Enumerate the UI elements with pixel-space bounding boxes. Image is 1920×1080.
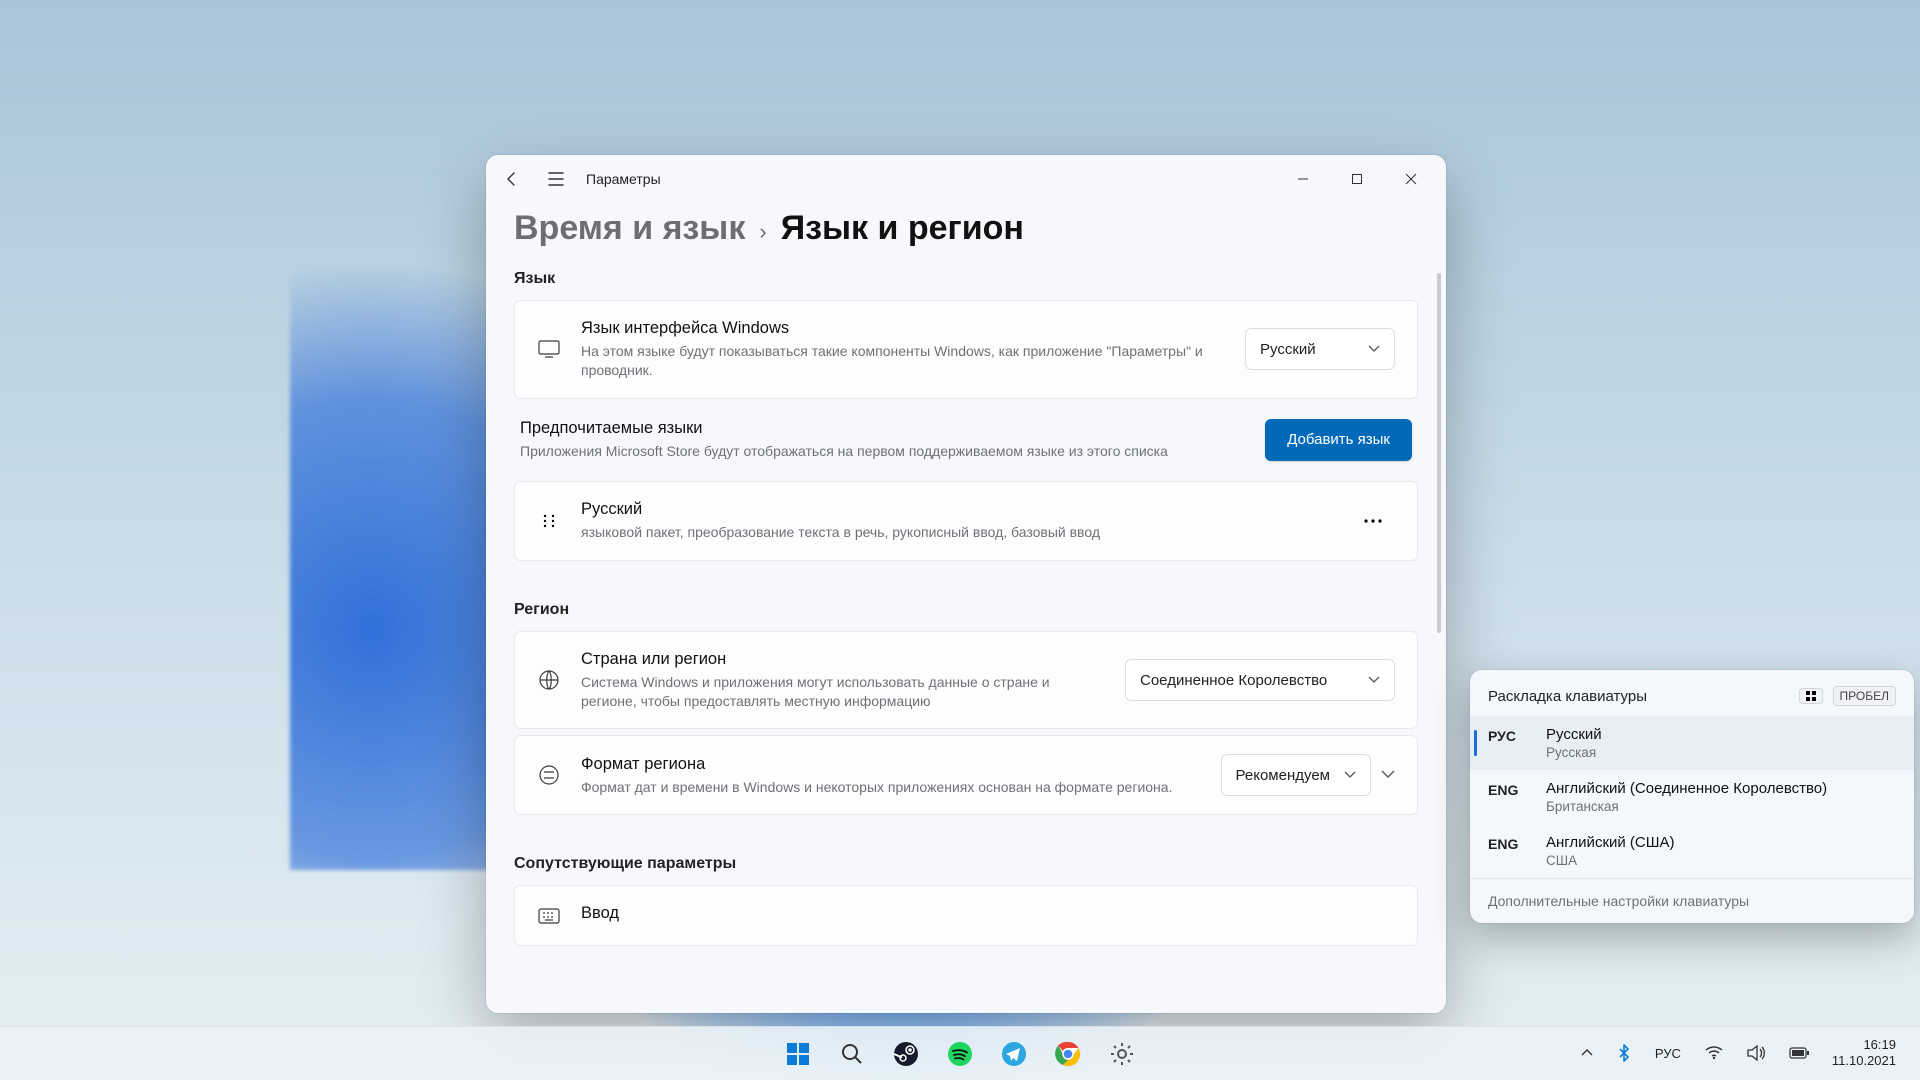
display-language-value: Русский [1260,341,1316,358]
breadcrumb-current: Язык и регион [781,209,1024,248]
globe-icon [537,669,561,691]
taskbar-app-settings[interactable] [1100,1032,1144,1076]
minimize-button[interactable] [1276,161,1330,197]
shortcut-win-icon [1799,688,1823,704]
preferred-languages-title: Предпочитаемые языки [520,419,1245,438]
section-title-language: Язык [514,270,1418,288]
drag-handle-icon[interactable] [537,514,561,528]
lang-sub: США [1546,853,1675,868]
back-button[interactable] [494,161,530,197]
lang-popup-footer-link[interactable]: Дополнительные настройки клавиатуры [1470,878,1914,923]
country-title: Страна или регион [581,650,1105,669]
language-switcher-popup: Раскладка клавиатуры ПРОБЕЛ РУС Русский … [1470,670,1914,923]
start-button[interactable] [776,1032,820,1076]
card-country-region: Страна или регион Система Windows и прил… [514,631,1418,730]
system-tray: РУС 16:19 11.10.2021 [1566,1026,1910,1080]
lang-name: Русский [1546,726,1602,743]
display-language-dropdown[interactable]: Русский [1245,328,1395,370]
tray-battery-icon[interactable] [1782,1035,1816,1071]
maximize-button[interactable] [1330,161,1384,197]
format-title: Формат региона [581,755,1201,774]
settings-window: Параметры Время и язык › Язык и регион Я… [486,155,1446,1013]
desktop: Параметры Время и язык › Язык и регион Я… [0,0,1920,1080]
format-value: Рекомендуем [1236,767,1330,784]
lang-popup-item[interactable]: ENG Английский (США) США [1470,824,1914,878]
chevron-down-icon [1344,771,1356,779]
tray-overflow-button[interactable] [1574,1035,1600,1071]
card-typing[interactable]: Ввод [514,885,1418,946]
country-value: Соединенное Королевство [1140,672,1327,689]
shortcut-space-key: ПРОБЕЛ [1833,686,1896,706]
tray-wifi-icon[interactable] [1698,1035,1730,1071]
lang-popup-item[interactable]: РУС Русский Русская [1470,716,1914,770]
format-dropdown[interactable]: Рекомендуем [1221,754,1371,796]
language-item-more-button[interactable] [1351,503,1395,539]
titlebar: Параметры [486,155,1446,203]
language-item-row[interactable]: Русский языковой пакет, преобразование т… [514,481,1418,561]
lang-popup-item[interactable]: ENG Английский (Соединенное Королевство)… [1470,770,1914,824]
settings-content: Время и язык › Язык и регион Язык Язык и… [486,203,1446,952]
language-item-desc: языковой пакет, преобразование текста в … [581,523,1331,542]
taskbar-app-spotify[interactable] [938,1032,982,1076]
lang-name: Английский (США) [1546,834,1675,851]
section-title-region: Регион [514,601,1418,619]
globe-format-icon [537,764,561,786]
nav-menu-button[interactable] [538,161,574,197]
expand-chevron-icon[interactable] [1381,770,1395,780]
tray-time: 16:19 [1832,1037,1896,1053]
tray-volume-icon[interactable] [1740,1035,1772,1071]
window-title: Параметры [586,171,661,187]
country-desc: Система Windows и приложения могут испол… [581,673,1105,711]
tray-date: 11.10.2021 [1832,1053,1896,1069]
chevron-down-icon [1368,345,1380,353]
add-language-button[interactable]: Добавить язык [1265,419,1412,461]
display-language-desc: На этом языке будут показываться такие к… [581,342,1225,380]
monitor-icon [537,340,561,358]
country-dropdown[interactable]: Соединенное Королевство [1125,659,1395,701]
typing-title: Ввод [581,904,1395,923]
breadcrumb: Время и язык › Язык и регион [514,209,1418,248]
lang-sub: Русская [1546,745,1602,760]
chevron-down-icon [1368,676,1380,684]
breadcrumb-separator-icon: › [759,219,766,245]
section-title-related: Сопутствующие параметры [514,855,1418,873]
taskbar-app-steam[interactable] [884,1032,928,1076]
language-item-name: Русский [581,500,1331,519]
tray-clock[interactable]: 16:19 11.10.2021 [1826,1037,1902,1068]
lang-code: ENG [1488,780,1530,798]
lang-code: РУС [1488,726,1530,744]
taskbar-app-telegram[interactable] [992,1032,1036,1076]
lang-sub: Британская [1546,799,1827,814]
preferred-languages-desc: Приложения Microsoft Store будут отображ… [520,442,1245,461]
search-button[interactable] [830,1032,874,1076]
display-language-title: Язык интерфейса Windows [581,319,1225,338]
card-preferred-languages: Предпочитаемые языки Приложения Microsof… [514,405,1418,475]
keyboard-icon [537,908,561,924]
taskbar-app-chrome[interactable] [1046,1032,1090,1076]
lang-name: Английский (Соединенное Королевство) [1546,780,1827,797]
scrollbar[interactable] [1437,273,1441,633]
lang-popup-title: Раскладка клавиатуры [1488,688,1789,705]
taskbar: РУС 16:19 11.10.2021 [0,1026,1920,1080]
card-display-language: Язык интерфейса Windows На этом языке бу… [514,300,1418,399]
card-region-format[interactable]: Формат региона Формат дат и времени в Wi… [514,735,1418,815]
format-desc: Формат дат и времени в Windows и некотор… [581,778,1201,797]
close-button[interactable] [1384,161,1438,197]
add-language-label: Добавить язык [1287,431,1390,448]
tray-language-indicator[interactable]: РУС [1648,1035,1688,1071]
tray-bluetooth-icon[interactable] [1610,1035,1638,1071]
taskbar-center [776,1032,1144,1076]
breadcrumb-parent[interactable]: Время и язык [514,209,745,248]
lang-code: ENG [1488,834,1530,852]
